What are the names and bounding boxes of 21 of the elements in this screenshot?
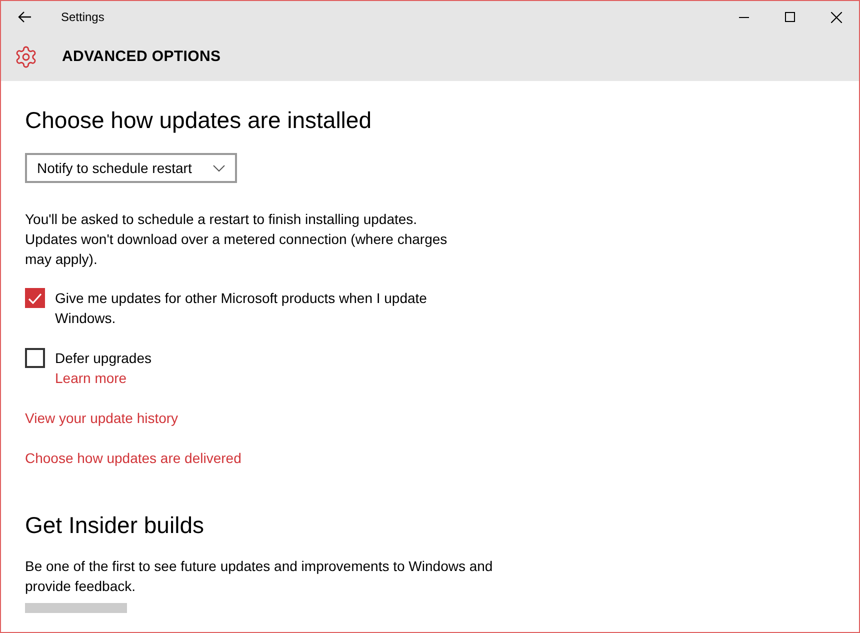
- checkbox[interactable]: [25, 348, 45, 368]
- description-text: Be one of the first to see future updates and improvements to Windows and provide feedback.: [25, 557, 494, 596]
- checkbox-label: Defer upgrades: [55, 349, 153, 368]
- gear-icon: [14, 45, 38, 69]
- settings-link[interactable]: Choose how updates are delivered: [25, 448, 242, 468]
- chevron-down-icon: [213, 164, 225, 172]
- back-arrow-icon: [18, 11, 32, 23]
- learn-more-link[interactable]: Learn more: [55, 368, 127, 388]
- update-mode-dropdown[interactable]: Notify to schedule restart: [25, 153, 237, 183]
- maximize-icon: [785, 12, 795, 22]
- description-text: You'll be asked to schedule a restart to finish installing updates. Updates won't download over a metered connection (where charges may apply).: [25, 210, 448, 269]
- checkbox-label: Give me updates for other Microsoft products when I update Windows.: [55, 289, 428, 328]
- window-title: Settings: [61, 9, 104, 26]
- section-heading: Get Insider builds: [25, 511, 205, 540]
- settings-link[interactable]: View your update history: [25, 408, 178, 428]
- page-title: ADVANCED OPTIONS: [62, 46, 221, 67]
- close-icon: [830, 12, 842, 22]
- minimize-icon: [739, 16, 749, 18]
- section-heading: Choose how updates are installed: [25, 106, 373, 135]
- checkbox[interactable]: [25, 288, 45, 308]
- check-icon: [28, 292, 42, 304]
